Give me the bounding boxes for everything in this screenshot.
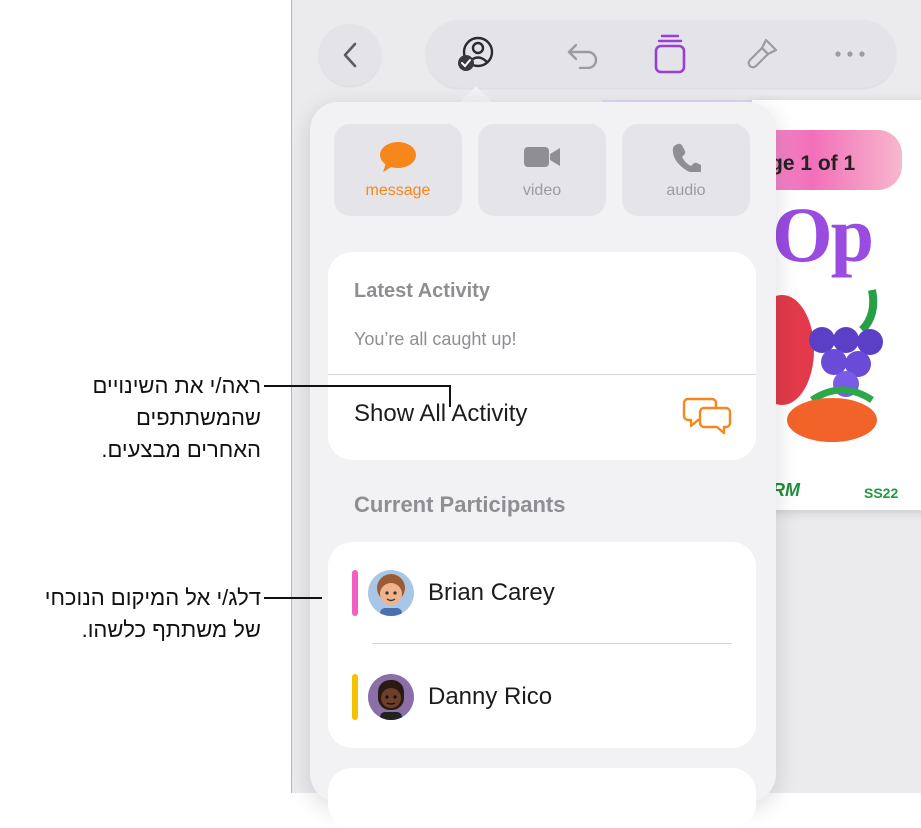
document-page[interactable]: ge 1 of 1 Op RM SS22 [752, 100, 921, 510]
collaboration-icon [458, 36, 494, 71]
document-heading: Op [772, 191, 874, 278]
participant-name-danny[interactable]: Danny Rico [428, 683, 552, 711]
callout-activity: ראה/י את השינויים שהמשתתפים האחרים מבצעי… [93, 370, 261, 466]
video-button[interactable]: video [478, 124, 606, 216]
undo-icon [567, 43, 598, 69]
callout-activity-line: ראה/י את השינויים [92, 373, 261, 398]
video-camera-icon [524, 147, 560, 167]
participant-divider [372, 643, 732, 644]
latest-activity-status: You’re all caught up! [354, 329, 517, 349]
participants-card: Brian Carey Danny Rico [328, 542, 756, 748]
avatar [368, 570, 414, 616]
audio-label: audio [666, 182, 706, 199]
chat-bubbles-icon[interactable] [682, 396, 734, 436]
show-all-activity-link[interactable]: Show All Activity [354, 400, 527, 428]
fruit-illustration [752, 280, 883, 442]
paint-button[interactable] [738, 30, 786, 78]
current-participants-title: Current Participants [354, 492, 566, 517]
callout-participant-line: דלג/י אל המיקום הנוכחי [44, 585, 261, 610]
phone-icon [672, 143, 701, 172]
avatar [368, 674, 414, 720]
toolbar [426, 20, 896, 88]
video-label: video [522, 182, 562, 199]
message-button[interactable]: message [334, 124, 462, 216]
document-footer-left: RM [772, 480, 800, 500]
back-button[interactable] [319, 24, 381, 86]
chevron-left-icon [343, 42, 357, 68]
card-divider [328, 374, 756, 375]
callout-leader-line [264, 385, 450, 387]
document-footer-right: SS22 [864, 485, 899, 501]
callout-participant: דלג/י אל המיקום הנוכחי של משתתף כלשהו. [45, 582, 261, 646]
latest-activity-title: Latest Activity [354, 280, 490, 302]
participant-color-bar [352, 570, 358, 616]
participant-name-brian[interactable]: Brian Carey [428, 579, 555, 607]
message-label: message [365, 182, 431, 199]
latest-activity-card: Latest Activity You’re all caught up! Sh… [328, 252, 756, 460]
callout-participant-line: של משתתף כלשהו. [81, 617, 261, 642]
audio-button[interactable]: audio [622, 124, 750, 216]
collaboration-popover: message video audio Latest Activity You’… [310, 102, 776, 828]
next-card [328, 768, 756, 828]
paintbrush-icon [747, 38, 778, 69]
callout-leader-line [264, 597, 322, 599]
participant-color-bar [352, 674, 358, 720]
callout-activity-line: האחרים מבצעים. [101, 437, 261, 462]
document-stack-icon [654, 34, 686, 74]
more-icon [835, 51, 865, 57]
format-button[interactable] [646, 30, 694, 78]
more-button[interactable] [826, 30, 874, 78]
callout-activity-line: שהמשתתפים [136, 405, 261, 430]
collaborate-button[interactable] [452, 30, 500, 78]
undo-button[interactable] [560, 30, 608, 78]
page-indicator: ge 1 of 1 [770, 152, 856, 175]
callout-leader-tick [449, 385, 451, 407]
message-bubble-icon [380, 142, 416, 172]
